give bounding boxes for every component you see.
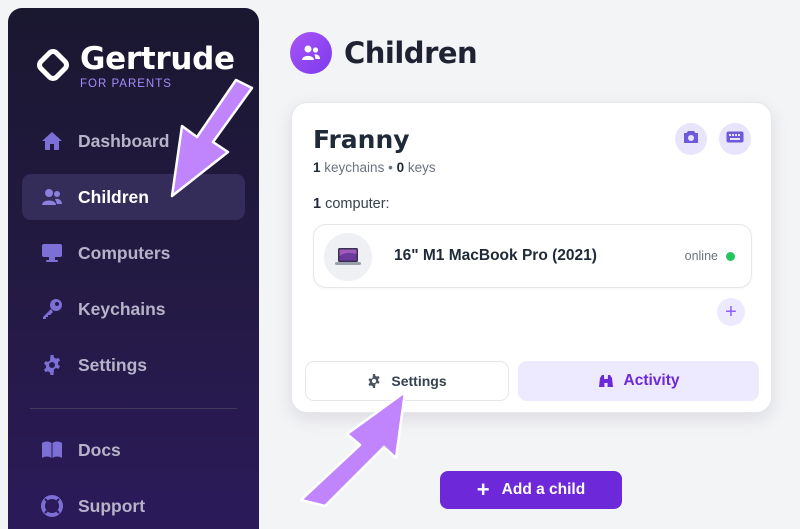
sidebar-item-label: Children bbox=[78, 186, 149, 207]
online-status-dot bbox=[726, 252, 735, 261]
keyboard-icon bbox=[726, 130, 744, 148]
meta-separator: • bbox=[388, 160, 393, 175]
add-child-label: Add a child bbox=[501, 481, 586, 498]
gertrude-logo-icon bbox=[36, 48, 70, 82]
child-meta: 1 keychains • 0 keys bbox=[313, 160, 436, 175]
gear-icon bbox=[367, 374, 381, 388]
computer-name: 16" M1 MacBook Pro (2021) bbox=[394, 247, 597, 264]
brand-tagline: FOR PARENTS bbox=[80, 78, 172, 90]
sidebar-item-label: Docs bbox=[78, 439, 121, 460]
sidebar: Gertrude FOR PARENTS Dashboard Children … bbox=[8, 8, 259, 529]
child-name: Franny bbox=[313, 125, 410, 154]
monitor-icon bbox=[41, 242, 63, 264]
key-icon bbox=[41, 298, 63, 320]
page-header: Children bbox=[290, 32, 478, 74]
screenshots-button[interactable] bbox=[675, 123, 707, 155]
computers-label-text: computer: bbox=[325, 196, 390, 212]
add-child-button[interactable]: + Add a child bbox=[440, 471, 622, 509]
sidebar-item-label: Settings bbox=[78, 354, 148, 375]
users-icon bbox=[290, 32, 332, 74]
gear-icon bbox=[41, 354, 63, 376]
brand-name: Gertrude bbox=[80, 41, 235, 77]
computer-status: online bbox=[684, 249, 718, 263]
sidebar-item-docs[interactable]: Docs bbox=[22, 427, 245, 473]
child-activity-button[interactable]: Activity bbox=[518, 361, 759, 401]
child-settings-button[interactable]: Settings bbox=[305, 361, 509, 401]
sidebar-item-label: Keychains bbox=[78, 298, 166, 319]
brand-logo[interactable]: Gertrude FOR PARENTS bbox=[36, 44, 235, 90]
binoculars-icon bbox=[598, 374, 614, 388]
sidebar-item-dashboard[interactable]: Dashboard bbox=[22, 118, 245, 164]
sidebar-item-label: Computers bbox=[78, 242, 171, 263]
macbook-icon bbox=[324, 233, 372, 281]
sidebar-item-label: Dashboard bbox=[78, 130, 170, 151]
sidebar-item-keychains[interactable]: Keychains bbox=[22, 286, 245, 332]
users-icon bbox=[41, 186, 63, 208]
add-computer-button[interactable]: + bbox=[717, 298, 745, 326]
computer-row[interactable]: 16" M1 MacBook Pro (2021) online bbox=[313, 224, 752, 288]
camera-icon bbox=[683, 130, 699, 149]
keychains-count: 1 bbox=[313, 160, 321, 175]
sidebar-item-label: Support bbox=[78, 495, 146, 516]
keys-label: keys bbox=[407, 160, 436, 175]
sidebar-item-children[interactable]: Children bbox=[22, 174, 245, 220]
home-icon bbox=[41, 130, 63, 152]
sidebar-item-computers[interactable]: Computers bbox=[22, 230, 245, 276]
keystrokes-button[interactable] bbox=[719, 123, 751, 155]
child-card: Franny 1 keychains • 0 keys 1 computer: … bbox=[291, 102, 772, 413]
plus-icon: + bbox=[476, 477, 490, 502]
keys-count: 0 bbox=[396, 160, 405, 175]
sidebar-item-settings[interactable]: Settings bbox=[22, 342, 245, 388]
plus-icon: + bbox=[725, 300, 737, 323]
book-icon bbox=[41, 439, 63, 461]
sidebar-item-support[interactable]: Support bbox=[22, 483, 245, 529]
activity-button-label: Activity bbox=[623, 372, 680, 389]
computers-count: 1 bbox=[313, 196, 322, 212]
keychains-label: keychains bbox=[324, 160, 385, 175]
page-title: Children bbox=[344, 36, 478, 70]
sidebar-divider bbox=[30, 408, 237, 409]
settings-button-label: Settings bbox=[391, 373, 447, 389]
sidebar-nav: Dashboard Children Computers Keychains S… bbox=[22, 118, 245, 529]
computers-label: 1 computer: bbox=[313, 196, 390, 212]
lifebuoy-icon bbox=[41, 495, 63, 517]
